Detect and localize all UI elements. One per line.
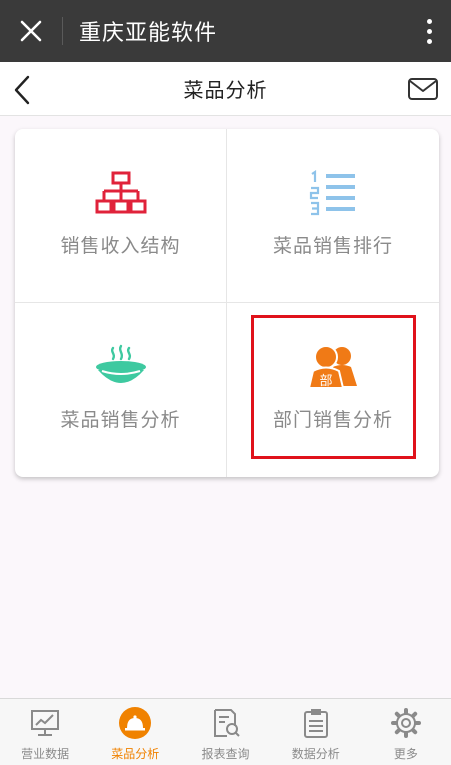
tab-label: 报表查询 bbox=[201, 747, 250, 761]
analysis-menu-card: 销售收入结构 菜品销售排行 菜品销售分析 部 部门销售分析 bbox=[15, 129, 439, 477]
menu-item-label: 菜品销售分析 bbox=[60, 409, 181, 431]
tab-label: 菜品分析 bbox=[111, 747, 160, 761]
menu-item-label: 菜品销售排行 bbox=[272, 235, 393, 257]
menu-item-revenue-structure[interactable]: 销售收入结构 bbox=[15, 129, 227, 303]
mail-icon[interactable] bbox=[407, 76, 439, 102]
page-title: 菜品分析 bbox=[183, 78, 268, 102]
clipboard-icon bbox=[303, 707, 329, 739]
dish-bowl-icon bbox=[94, 343, 148, 391]
app-bar-divider bbox=[62, 17, 63, 45]
department-badge: 部 bbox=[319, 374, 332, 389]
cloche-icon bbox=[119, 707, 152, 739]
bottom-tab-bar: 营业数据 菜品分析 报表查询 数据分析 更多 bbox=[0, 698, 451, 765]
app-title: 重庆亚能软件 bbox=[79, 21, 218, 46]
gear-icon bbox=[390, 707, 421, 739]
tab-dish-analysis[interactable]: 菜品分析 bbox=[90, 699, 180, 765]
menu-item-label: 部门销售分析 bbox=[272, 409, 393, 431]
tab-data-analysis[interactable]: 数据分析 bbox=[271, 699, 361, 765]
tab-label: 营业数据 bbox=[21, 747, 70, 761]
page-header: 菜品分析 bbox=[0, 62, 451, 116]
department-people-icon: 部 bbox=[305, 343, 361, 391]
close-button[interactable] bbox=[0, 0, 62, 62]
menu-item-department-sales-analysis[interactable]: 部 部门销售分析 bbox=[227, 303, 439, 477]
tab-business-data[interactable]: 营业数据 bbox=[0, 699, 90, 765]
menu-item-label: 销售收入结构 bbox=[60, 235, 181, 257]
tab-report-query[interactable]: 报表查询 bbox=[180, 699, 270, 765]
more-menu-button[interactable] bbox=[407, 0, 451, 62]
menu-item-dish-ranking[interactable]: 菜品销售排行 bbox=[227, 129, 439, 303]
numbered-list-icon bbox=[309, 169, 357, 217]
back-icon[interactable] bbox=[10, 74, 36, 106]
more-vertical-icon bbox=[426, 18, 432, 44]
menu-item-dish-sales-analysis[interactable]: 菜品销售分析 bbox=[15, 303, 227, 477]
close-icon bbox=[20, 20, 42, 42]
org-chart-icon bbox=[95, 169, 147, 217]
tab-label: 数据分析 bbox=[291, 747, 340, 761]
monitor-chart-icon bbox=[30, 707, 60, 739]
tab-label: 更多 bbox=[393, 747, 418, 761]
report-search-icon bbox=[211, 707, 241, 739]
app-bar: 重庆亚能软件 bbox=[0, 0, 451, 62]
tab-more[interactable]: 更多 bbox=[361, 699, 451, 765]
